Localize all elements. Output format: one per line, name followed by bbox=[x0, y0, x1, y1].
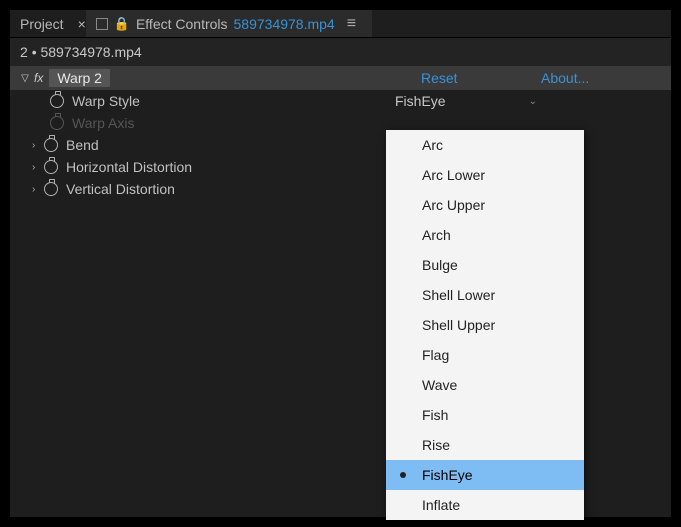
prop-bend-label: Bend bbox=[66, 137, 99, 153]
breadcrumb-sequence: 2 bbox=[20, 44, 28, 60]
composition-icon bbox=[96, 18, 108, 30]
dropdown-item-label: Shell Lower bbox=[422, 287, 495, 303]
dropdown-item-label: Bulge bbox=[422, 257, 458, 273]
prop-warp-style: Warp Style FishEye ⌄ bbox=[10, 90, 671, 112]
dropdown-item[interactable]: Bulge bbox=[386, 250, 584, 280]
dropdown-item[interactable]: Shell Lower bbox=[386, 280, 584, 310]
twirl-down-icon[interactable]: ▽ bbox=[20, 73, 30, 84]
tab-filename: 589734978.mp4 bbox=[234, 16, 335, 32]
dropdown-item[interactable]: Flag bbox=[386, 340, 584, 370]
prop-warp-axis-label: Warp Axis bbox=[72, 115, 135, 131]
tab-effect-controls-label: Effect Controls bbox=[136, 16, 228, 32]
stopwatch-icon[interactable] bbox=[44, 138, 58, 152]
dropdown-item-label: Arc Upper bbox=[422, 197, 485, 213]
dropdown-item[interactable]: Arc Upper bbox=[386, 190, 584, 220]
dropdown-item-label: Arc bbox=[422, 137, 443, 153]
breadcrumb: 2 • 589734978.mp4 bbox=[10, 38, 671, 66]
dropdown-item-label: Flag bbox=[422, 347, 449, 363]
dropdown-item[interactable]: Shell Upper bbox=[386, 310, 584, 340]
dropdown-item[interactable]: Fish bbox=[386, 400, 584, 430]
prop-hdist-label: Horizontal Distortion bbox=[66, 159, 192, 175]
about-button[interactable]: About... bbox=[541, 70, 641, 86]
stopwatch-icon bbox=[50, 116, 64, 130]
dropdown-item-label: Fish bbox=[422, 407, 448, 423]
dropdown-item[interactable]: FishEye bbox=[386, 460, 584, 490]
stopwatch-icon[interactable] bbox=[50, 94, 64, 108]
effect-controls-panel: Project × 🔒 Effect Controls 589734978.mp… bbox=[10, 10, 671, 517]
breadcrumb-clip: 589734978.mp4 bbox=[40, 44, 141, 60]
dropdown-item[interactable]: Rise bbox=[386, 430, 584, 460]
dropdown-item[interactable]: Wave bbox=[386, 370, 584, 400]
effect-header: ▽ fx Warp 2 Reset About... bbox=[10, 66, 671, 90]
selected-dot-icon bbox=[400, 472, 406, 478]
dropdown-item[interactable]: Arc Lower bbox=[386, 160, 584, 190]
warp-style-dropdown[interactable]: FishEye ⌄ bbox=[391, 92, 541, 110]
panel-menu-icon[interactable]: ≡ bbox=[341, 15, 362, 33]
effect-links: Reset About... bbox=[421, 70, 671, 86]
fx-icon[interactable]: fx bbox=[34, 71, 43, 85]
expand-caret-icon[interactable]: › bbox=[32, 162, 42, 173]
dropdown-item-label: Shell Upper bbox=[422, 317, 495, 333]
prop-vdist-label: Vertical Distortion bbox=[66, 181, 175, 197]
dropdown-item-label: Arch bbox=[422, 227, 451, 243]
panel-tabs: Project × 🔒 Effect Controls 589734978.mp… bbox=[10, 10, 671, 38]
tab-project-label: Project bbox=[20, 16, 64, 32]
stopwatch-icon[interactable] bbox=[44, 182, 58, 196]
expand-caret-icon[interactable]: › bbox=[32, 184, 42, 195]
dropdown-item-label: Rise bbox=[422, 437, 450, 453]
warp-style-dropdown-popup: Arc Arc Lower Arc Upper Arch Bulge Shell Lowe… bbox=[386, 130, 584, 520]
warp-style-value: FishEye bbox=[395, 93, 446, 109]
dropdown-item-label: Inflate bbox=[422, 497, 460, 513]
effect-name[interactable]: Warp 2 bbox=[49, 69, 110, 87]
dropdown-item-label: FishEye bbox=[422, 467, 473, 483]
breadcrumb-separator: • bbox=[32, 44, 37, 60]
expand-caret-icon[interactable]: › bbox=[32, 140, 42, 151]
dropdown-item-label: Wave bbox=[422, 377, 457, 393]
tab-effect-controls[interactable]: 🔒 Effect Controls 589734978.mp4 ≡ bbox=[86, 10, 372, 37]
dropdown-item[interactable]: Arch bbox=[386, 220, 584, 250]
reset-button[interactable]: Reset bbox=[421, 70, 541, 86]
tab-project[interactable]: Project bbox=[10, 10, 74, 37]
dropdown-item-label: Arc Lower bbox=[422, 167, 485, 183]
stopwatch-icon[interactable] bbox=[44, 160, 58, 174]
lock-icon: 🔒 bbox=[114, 16, 130, 32]
dropdown-item[interactable]: Arc bbox=[386, 130, 584, 160]
prop-warp-style-label: Warp Style bbox=[72, 93, 140, 109]
dropdown-item[interactable]: Inflate bbox=[386, 490, 584, 520]
chevron-down-icon: ⌄ bbox=[529, 96, 537, 107]
close-tab-icon[interactable]: × bbox=[74, 17, 86, 31]
